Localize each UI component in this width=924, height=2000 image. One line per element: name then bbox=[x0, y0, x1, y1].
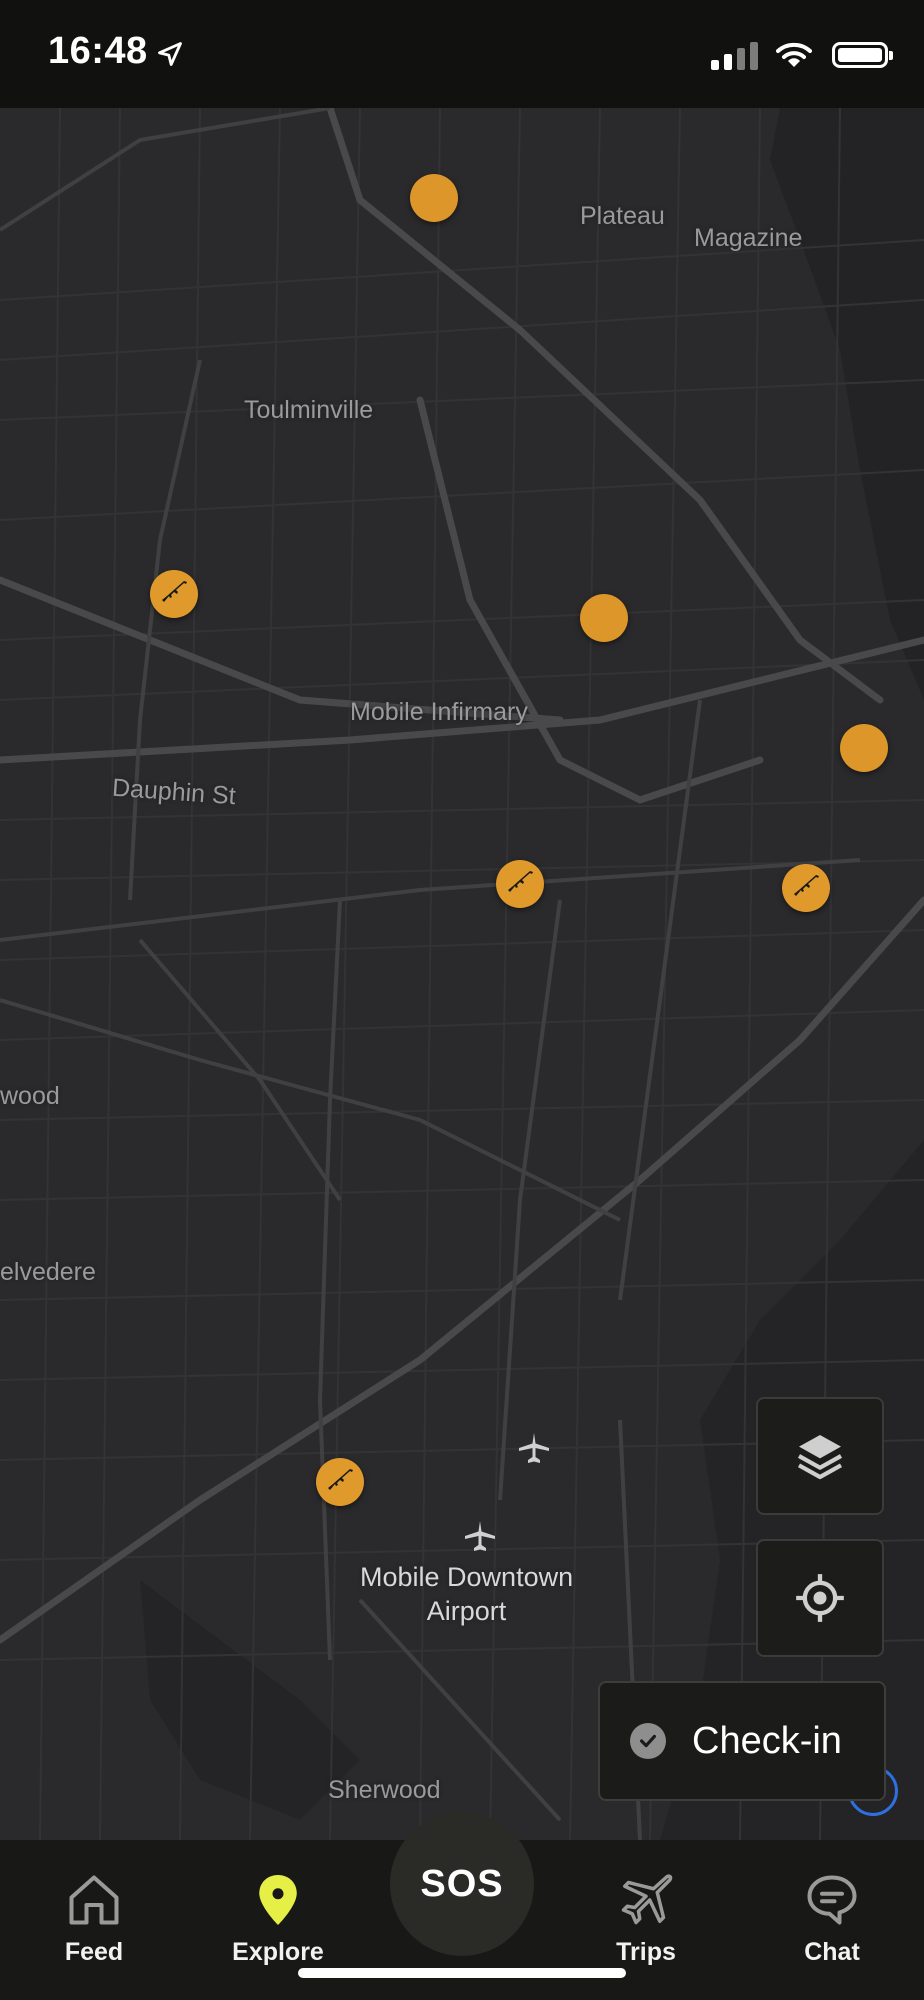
incident-marker[interactable] bbox=[782, 864, 830, 912]
nav-trips[interactable]: Trips bbox=[576, 1870, 716, 1967]
nav-explore[interactable]: Explore bbox=[208, 1870, 348, 1967]
map-label-sherwood: Sherwood bbox=[328, 1776, 441, 1804]
incident-marker[interactable] bbox=[580, 594, 628, 642]
home-icon bbox=[69, 1875, 119, 1925]
map-pin-icon bbox=[259, 1875, 297, 1925]
sos-button[interactable]: SOS bbox=[390, 1812, 534, 1956]
chat-bubble-icon bbox=[807, 1875, 857, 1925]
incident-marker[interactable] bbox=[496, 860, 544, 908]
map-label-plateau: Plateau bbox=[580, 202, 665, 230]
status-bar: 16:48 bbox=[0, 0, 924, 108]
incident-marker[interactable] bbox=[316, 1458, 364, 1506]
rifle-icon bbox=[328, 1469, 353, 1490]
signal-icon bbox=[711, 40, 758, 70]
nav-trips-label: Trips bbox=[616, 1938, 676, 1966]
sos-label: SOS bbox=[420, 1862, 504, 1905]
map-label-wood: wood bbox=[0, 1082, 60, 1110]
wifi-icon bbox=[776, 42, 812, 67]
rifle-icon bbox=[794, 875, 819, 896]
location-arrow-icon bbox=[158, 42, 182, 66]
nav-explore-label: Explore bbox=[232, 1938, 324, 1966]
status-icons bbox=[711, 40, 893, 70]
rifle-icon bbox=[508, 871, 533, 892]
layers-icon bbox=[797, 1435, 843, 1480]
map-label-magazine: Magazine bbox=[694, 224, 803, 252]
map-layers-button[interactable] bbox=[756, 1397, 884, 1515]
map-label-mobile-infirmary: Mobile Infirmary bbox=[350, 698, 528, 726]
map-label-airport: Mobile Downtown Airport bbox=[360, 1562, 574, 1626]
airplane-icon bbox=[621, 1874, 673, 1925]
nav-feed[interactable]: Feed bbox=[24, 1870, 164, 1967]
map-label-belvedere: elvedere bbox=[0, 1258, 96, 1286]
airport-plane-icon bbox=[465, 1521, 495, 1551]
incident-marker[interactable] bbox=[150, 570, 198, 618]
check-circle-icon bbox=[630, 1723, 666, 1759]
airport-plane-icon bbox=[519, 1433, 549, 1463]
incident-marker[interactable] bbox=[410, 174, 458, 222]
battery-icon bbox=[832, 42, 893, 68]
nav-chat[interactable]: Chat bbox=[762, 1870, 902, 1967]
home-indicator bbox=[298, 1968, 626, 1978]
map-label-toulminville: Toulminville bbox=[244, 396, 374, 424]
nav-chat-label: Chat bbox=[804, 1938, 860, 1966]
check-in-button[interactable]: Check-in bbox=[598, 1681, 886, 1801]
status-time: 16:48 bbox=[48, 30, 148, 72]
rifle-icon bbox=[162, 581, 187, 602]
check-in-label: Check-in bbox=[692, 1719, 842, 1762]
crosshair-icon bbox=[796, 1574, 844, 1622]
incident-marker[interactable] bbox=[840, 724, 888, 772]
locate-me-button[interactable] bbox=[756, 1539, 884, 1657]
nav-feed-label: Feed bbox=[64, 1938, 124, 1966]
